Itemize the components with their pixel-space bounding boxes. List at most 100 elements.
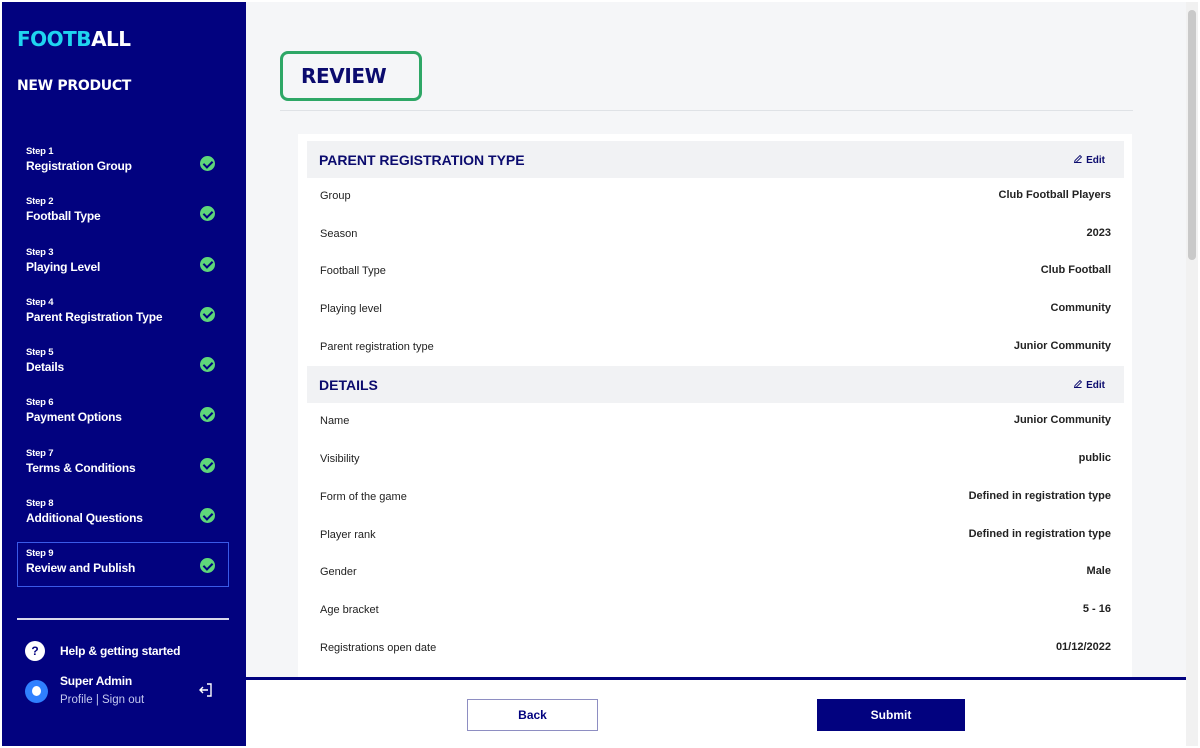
edit-label: Edit — [1086, 380, 1105, 392]
check-circle-icon — [200, 306, 215, 322]
avatar-icon — [25, 680, 48, 703]
field-label: Form of the game — [320, 490, 407, 503]
section-title: PARENT REGISTRATION TYPE — [319, 152, 525, 168]
help-link[interactable]: ? Help & getting started — [25, 641, 180, 661]
step-number: Step 3 — [26, 246, 54, 258]
field-label: Gender — [320, 566, 357, 579]
field-label: Age bracket — [320, 603, 379, 616]
field-value: Community — [1050, 302, 1112, 315]
review-row: Name Junior Community — [320, 403, 1111, 441]
field-value: 01/12/2022 — [1055, 640, 1111, 653]
step-item-4[interactable]: Step 4 Parent Registration Type — [17, 291, 229, 336]
field-value: Defined in registration type — [968, 527, 1111, 540]
step-label: Additional Questions — [26, 511, 143, 526]
step-label: Terms & Conditions — [26, 460, 136, 475]
user-name: Super Admin — [60, 674, 133, 688]
pencil-icon — [1073, 154, 1083, 164]
review-row: Gender Male — [320, 554, 1111, 592]
field-value: Male — [1086, 565, 1111, 578]
back-button[interactable]: Back — [467, 699, 598, 731]
review-row: Age bracket 5 - 16 — [320, 592, 1111, 630]
check-circle-icon — [200, 256, 215, 272]
field-value: Defined in registration type — [968, 489, 1111, 502]
review-row: Form of the game Defined in registration … — [320, 479, 1111, 517]
field-value: 2023 — [1086, 226, 1111, 239]
title-highlight: REVIEW — [280, 51, 422, 101]
section-header-details: DETAILS Edit — [307, 366, 1124, 404]
step-label: Parent Registration Type — [26, 309, 163, 324]
field-label: Visibility — [320, 453, 360, 466]
step-number: Step 2 — [26, 196, 54, 208]
help-label: Help & getting started — [60, 644, 181, 658]
review-row: Parent registration type Junior Community — [320, 329, 1111, 367]
user-panel: Super Admin Profile | Sign out — [25, 674, 144, 706]
page-title: REVIEW — [301, 64, 387, 88]
field-label: Group — [320, 190, 351, 202]
pencil-icon — [1073, 380, 1083, 389]
sidebar: FOOTBALL NEW PRODUCT Step 1 Registration… — [2, 2, 246, 746]
product-title: NEW PRODUCT — [17, 78, 132, 94]
field-label: Parent registration type — [320, 340, 434, 353]
step-label: Payment Options — [26, 410, 122, 425]
field-value: Junior Community — [1013, 414, 1111, 427]
field-label: Registrations open date — [320, 641, 437, 654]
step-item-2[interactable]: Step 2 Football Type — [17, 190, 229, 235]
field-value: public — [1078, 452, 1111, 465]
section-header-parent-registration-type: PARENT REGISTRATION TYPE Edit — [307, 141, 1124, 178]
field-label: Playing level — [320, 303, 382, 316]
sign-out-icon[interactable] — [198, 682, 214, 698]
field-value: Junior Community — [1013, 339, 1111, 352]
step-number: Step 5 — [26, 347, 54, 359]
field-label: Name — [320, 415, 350, 428]
sign-out-link[interactable]: Sign out — [102, 694, 144, 706]
field-label: Season — [320, 227, 358, 240]
step-label: Playing Level — [26, 259, 101, 274]
step-item-7[interactable]: Step 7 Terms & Conditions — [17, 442, 229, 487]
review-row: Playing level Community — [320, 291, 1111, 329]
check-circle-icon — [200, 457, 215, 473]
field-value: 5 - 16 — [1082, 602, 1111, 615]
step-number: Step 8 — [26, 498, 54, 510]
steps-list: Step 1 Registration Group Step 2 Footbal… — [17, 140, 229, 593]
edit-button[interactable]: Edit — [1073, 379, 1105, 391]
step-item-1[interactable]: Step 1 Registration Group — [17, 140, 229, 185]
step-item-9[interactable]: Step 9 Review and Publish — [17, 542, 229, 588]
field-label: Player rank — [320, 528, 376, 541]
field-value: Club Football — [1040, 264, 1111, 277]
user-links: Profile | Sign out — [60, 694, 144, 706]
review-card: PARENT REGISTRATION TYPE Edit Group Club … — [298, 134, 1132, 678]
profile-link[interactable]: Profile — [60, 694, 93, 706]
edit-label: Edit — [1086, 155, 1105, 166]
step-item-3[interactable]: Step 3 Playing Level — [17, 241, 229, 286]
submit-button[interactable]: Submit — [817, 699, 965, 731]
review-row: Player rank Defined in registration type — [320, 517, 1111, 555]
help-icon: ? — [25, 641, 45, 661]
logo-part-2: ALL — [91, 27, 131, 51]
scrollbar-thumb[interactable] — [1188, 10, 1196, 260]
field-label: Football Type — [320, 265, 386, 278]
main-content: REVIEW PARENT REGISTRATION TYPE Edit Gro… — [246, 2, 1186, 678]
step-label: Football Type — [26, 209, 101, 224]
step-item-6[interactable]: Step 6 Payment Options — [17, 391, 229, 436]
review-row: Visibility public — [320, 441, 1111, 479]
logo-part-1: FOOTB — [17, 27, 92, 51]
title-divider — [280, 110, 1133, 111]
check-circle-icon — [200, 156, 215, 171]
review-row: Group Club Football Players — [320, 178, 1111, 216]
step-label: Review and Publish — [26, 561, 136, 576]
step-number: Step 6 — [26, 397, 54, 409]
user-text: Super Admin Profile | Sign out — [60, 674, 144, 706]
step-number: Step 4 — [26, 296, 54, 308]
page-scrollbar[interactable] — [1186, 2, 1198, 746]
step-label: Details — [26, 360, 64, 375]
check-circle-icon — [200, 508, 215, 524]
review-row: Season 2023 — [320, 216, 1111, 254]
link-separator: | — [95, 694, 99, 706]
review-row: Football Type Club Football — [320, 253, 1111, 291]
step-item-8[interactable]: Step 8 Additional Questions — [17, 492, 229, 537]
logo: FOOTBALL — [17, 27, 131, 51]
edit-button[interactable]: Edit — [1073, 154, 1105, 166]
step-item-5[interactable]: Step 5 Details — [17, 341, 229, 386]
step-number: Step 1 — [26, 146, 54, 157]
section-title: DETAILS — [319, 377, 378, 394]
